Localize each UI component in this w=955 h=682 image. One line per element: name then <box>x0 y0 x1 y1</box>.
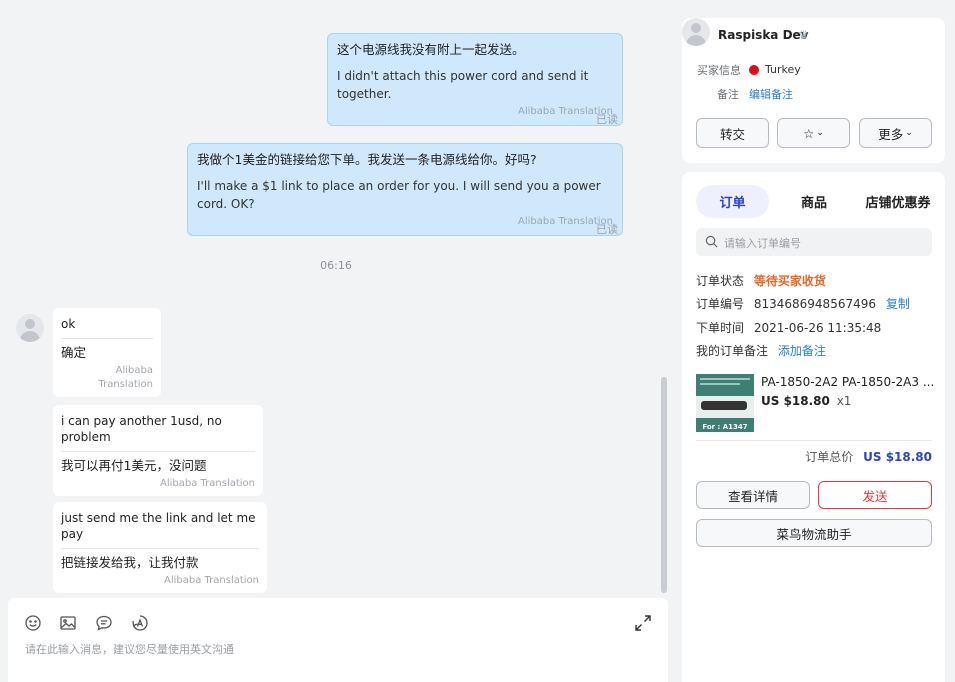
note-label: 备注 <box>717 88 739 101</box>
add-remark-link[interactable]: 添加备注 <box>778 344 826 358</box>
search-icon <box>705 235 718 251</box>
more-label: 更多 <box>878 126 904 142</box>
quick-reply-icon[interactable] <box>95 614 113 632</box>
incoming-message[interactable]: ok 确定 Alibaba Translation <box>53 308 161 397</box>
message-composer[interactable]: 请在此输入消息，建议您尽量使用英文沟通 <box>8 598 668 682</box>
chevron-down-icon: ⌄ <box>816 128 824 138</box>
copy-link[interactable]: 复制 <box>886 297 910 311</box>
more-button[interactable]: 更多 ⌄ <box>859 118 932 148</box>
thumbnail-label: For : A1347 <box>702 423 748 431</box>
product-price-row: US $18.80 x1 <box>761 394 851 408</box>
translate-icon[interactable] <box>131 614 149 632</box>
order-remark-row: 我的订单备注 添加备注 <box>696 342 826 359</box>
message-original: 这个电源线我没有附上一起发送。 <box>337 42 525 57</box>
view-details-button[interactable]: 查看详情 <box>696 481 810 509</box>
translation-source: Alibaba Translation <box>517 106 613 117</box>
star-icon: ☆ <box>803 125 815 141</box>
read-status: 已读 <box>596 113 618 126</box>
outgoing-message[interactable]: 我做个1美金的链接给您下单。我发送一条电源线给你。好吗? I'll make a… <box>187 143 623 236</box>
buyer-info-label: 买家信息 <box>697 64 741 77</box>
order-card: 订单 商品 店铺优惠券 请输入订单编号 订单状态 等待买家收货 订单编号 813… <box>682 172 945 682</box>
expand-icon[interactable] <box>634 614 652 632</box>
search-placeholder: 请输入订单编号 <box>724 237 801 250</box>
message-translation: I didn't attach this power cord and send… <box>337 69 589 101</box>
translation-source: Alibaba Translation <box>517 216 613 227</box>
tab-store-coupons[interactable]: 店铺优惠券 <box>858 185 938 218</box>
total-label: 订单总价 <box>805 450 854 464</box>
message-translation: I'll make a $1 link to place an order fo… <box>197 179 601 211</box>
status-label: 订单状态 <box>696 274 745 288</box>
translation-source: Alibaba Translation <box>98 365 154 390</box>
product-qty: x1 <box>836 394 852 408</box>
incoming-message[interactable]: just send me the link and let me pay 把链接… <box>53 502 267 593</box>
message-original: 我做个1美金的链接给您下单。我发送一条电源线给你。好吗? <box>197 152 537 167</box>
incoming-message[interactable]: i can pay another 1usd, no problem 我可以再付… <box>53 405 263 496</box>
chevron-down-icon: ⌄ <box>905 128 913 138</box>
star-button[interactable]: ☆ ⌄ <box>777 118 850 148</box>
order-number-row: 订单编号 8134686948567496 复制 <box>696 295 910 312</box>
logistics-assistant-button[interactable]: 菜鸟物流助手 <box>696 519 932 547</box>
tab-products[interactable]: 商品 <box>782 185 846 218</box>
message-translation: 确定 <box>61 345 87 360</box>
buyer-country: Turkey <box>765 63 801 76</box>
outgoing-message[interactable]: 这个电源线我没有附上一起发送。 I didn't attach this pow… <box>327 33 623 126</box>
order-time-row: 下单时间 2021-06-26 11:35:48 <box>696 319 881 336</box>
read-status: 已读 <box>596 223 618 236</box>
tab-orders[interactable]: 订单 <box>696 185 769 218</box>
buyer-name: Raspiska Dev <box>718 28 809 42</box>
edit-note-link[interactable]: 编辑备注 <box>749 86 793 102</box>
remark-label: 我的订单备注 <box>696 344 769 358</box>
time-divider: 06:16 <box>320 259 352 272</box>
buyer-avatar <box>16 314 44 342</box>
translation-source: Alibaba Translation <box>163 575 259 586</box>
buyer-avatar <box>682 18 710 46</box>
divider <box>696 440 932 441</box>
order-number-value: 8134686948567496 <box>753 297 876 311</box>
order-status-row: 订单状态 等待买家收货 <box>696 272 826 289</box>
translation-source: Alibaba Translation <box>159 478 255 489</box>
message-input[interactable]: 请在此输入消息，建议您尽量使用英文沟通 <box>25 641 234 657</box>
message-original: ok <box>61 316 153 339</box>
chat-panel: 这个电源线我没有附上一起发送。 I didn't attach this pow… <box>0 0 672 598</box>
message-original: i can pay another 1usd, no problem <box>61 413 255 452</box>
order-time-value: 2021-06-26 11:35:48 <box>753 321 882 335</box>
product-thumbnail[interactable]: For : A1347 <box>696 374 754 432</box>
crown-icon: ♛ <box>798 28 809 42</box>
total-value: US $18.80 <box>863 450 932 464</box>
product-price: US $18.80 <box>761 394 830 408</box>
order-total-row: 订单总价 US $18.80 <box>805 448 932 465</box>
message-translation: 我可以再付1美元，没问题 <box>61 458 207 473</box>
image-icon[interactable] <box>59 614 77 632</box>
emoji-icon[interactable] <box>24 614 42 632</box>
buyer-card: Raspiska Dev ♛ 买家信息 Turkey 备注 编辑备注 转交 ☆ … <box>682 18 945 163</box>
message-original: just send me the link and let me pay <box>61 510 259 549</box>
order-search-input[interactable]: 请输入订单编号 <box>696 228 932 256</box>
product-title[interactable]: PA-1850-2A2 PA-1850-2A3 ... <box>761 375 934 389</box>
transfer-button[interactable]: 转交 <box>696 118 769 148</box>
turkey-flag-icon <box>749 65 759 75</box>
status-value: 等待买家收货 <box>753 274 826 288</box>
send-button[interactable]: 发送 <box>818 481 932 509</box>
order-time-label: 下单时间 <box>696 321 745 335</box>
chat-scrollbar[interactable] <box>661 377 667 593</box>
message-translation: 把链接发给我，让我付款 <box>61 555 199 570</box>
order-number-label: 订单编号 <box>696 297 745 311</box>
